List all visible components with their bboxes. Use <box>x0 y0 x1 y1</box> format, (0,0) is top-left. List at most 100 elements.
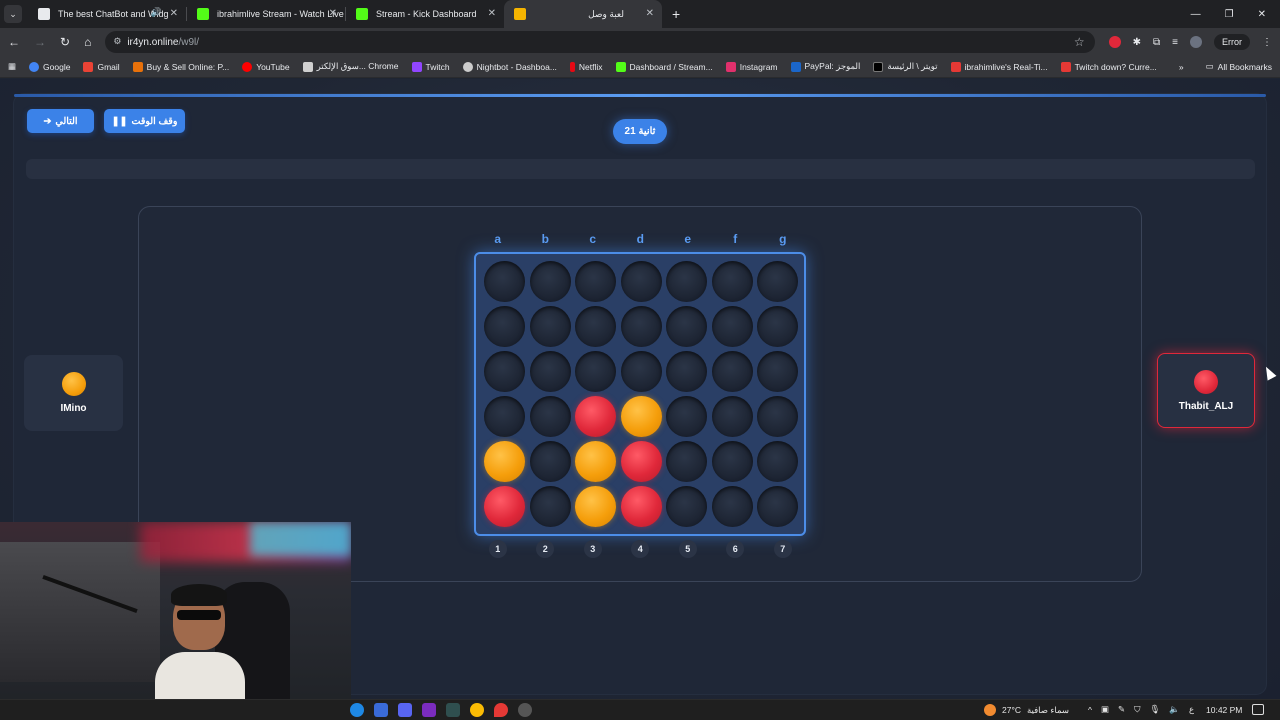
profile-avatar[interactable] <box>1190 36 1203 48</box>
bookmark-instagram[interactable]: Instagram <box>725 61 778 72</box>
bookmark-nightbot[interactable]: Nightbot - Dashboa... <box>462 61 557 72</box>
app-icon[interactable] <box>446 703 460 717</box>
board-cell-empty[interactable] <box>757 396 798 437</box>
board-cell-empty[interactable] <box>484 306 525 347</box>
board-cell-red-disc[interactable] <box>620 486 662 527</box>
bookmark-chrome-store[interactable]: سوق الإلكتر... Chrome <box>302 61 399 72</box>
media-control-icon[interactable]: ≡ <box>1172 37 1178 48</box>
board-cell-empty[interactable] <box>484 351 525 392</box>
browser-tab-chatbot[interactable]: The best ChatBot and Widg 🔊 ✕ <box>28 0 186 28</box>
discord-icon[interactable] <box>398 703 412 717</box>
board-cell-empty[interactable] <box>711 351 753 392</box>
bookmark-twitch-down[interactable]: Twitch down? Curre... <box>1060 61 1157 72</box>
error-badge[interactable]: Error <box>1214 34 1251 50</box>
board-cell-empty[interactable] <box>575 351 616 392</box>
board-cell-empty[interactable] <box>529 486 571 527</box>
volume-icon[interactable]: 🔈 <box>1169 704 1180 715</box>
board-cell-empty[interactable] <box>529 396 571 437</box>
pen-icon[interactable]: ✎ <box>1118 704 1125 715</box>
board-cell-empty[interactable] <box>666 486 707 527</box>
bookmark-realtime[interactable]: ibrahimlive's Real-Ti... <box>950 61 1048 72</box>
board-cell-orange-disc[interactable] <box>575 441 616 482</box>
notification-icon[interactable] <box>1252 704 1264 715</box>
board-cell-empty[interactable] <box>529 351 571 392</box>
column-number[interactable]: 2 <box>536 540 555 558</box>
menu-dots-icon[interactable]: ⋮ <box>1262 37 1272 48</box>
app-icon[interactable] <box>422 703 436 717</box>
tab-close-icon[interactable]: ✕ <box>488 8 496 20</box>
tray-app-icon[interactable]: ▣ <box>1101 704 1109 715</box>
column-number[interactable]: 6 <box>726 540 745 558</box>
microphone-icon[interactable]: 🎙 <box>1150 704 1161 715</box>
apps-grid-icon[interactable]: ▦ <box>8 61 16 72</box>
clock[interactable]: 10:42 PM <box>1206 705 1242 715</box>
overflow-chevron-icon[interactable]: » <box>1179 62 1184 72</box>
board-cell-red-disc[interactable] <box>620 441 662 482</box>
board-cell-orange-disc[interactable] <box>484 441 525 482</box>
board-cell-empty[interactable] <box>529 306 571 347</box>
forward-icon[interactable]: → <box>34 35 46 49</box>
board-cell-empty[interactable] <box>666 441 707 482</box>
board-cell-empty[interactable] <box>757 351 798 392</box>
board-cell-orange-disc[interactable] <box>620 396 662 437</box>
board-cell-empty[interactable] <box>666 261 707 302</box>
board-cell-empty[interactable] <box>666 396 707 437</box>
minimize-icon[interactable]: — <box>1191 9 1201 20</box>
extension-icon[interactable]: ✱ <box>1133 37 1141 48</box>
bookmark-kick-dashboard[interactable]: Dashboard / Stream... <box>615 61 713 72</box>
board-cell-empty[interactable] <box>757 306 798 347</box>
window-close-icon[interactable]: ✕ <box>1258 9 1266 20</box>
input-language[interactable]: ع <box>1189 704 1194 715</box>
bookmark-star-icon[interactable]: ☆ <box>1074 35 1085 49</box>
board-cell-empty[interactable] <box>757 261 798 302</box>
pause-timer-button[interactable]: ❚❚ وقف الوقت <box>104 109 185 133</box>
shield-icon[interactable]: ⛉ <box>1134 704 1140 715</box>
tray-chevron-icon[interactable]: ^ <box>1088 705 1092 715</box>
connect-four-board[interactable] <box>474 252 806 536</box>
board-cell-empty[interactable] <box>529 441 571 482</box>
tab-close-icon[interactable]: ✕ <box>329 8 337 20</box>
board-cell-red-disc[interactable] <box>575 396 616 437</box>
next-button[interactable]: ➔ التالي <box>27 109 94 133</box>
reload-icon[interactable]: ↻ <box>60 35 70 49</box>
board-cell-orange-disc[interactable] <box>575 486 616 527</box>
bookmark-buy-sell[interactable]: Buy & Sell Online: P... <box>132 61 229 72</box>
board-cell-empty[interactable] <box>711 261 753 302</box>
tab-close-icon[interactable]: ✕ <box>646 8 654 20</box>
bookmark-twitch[interactable]: Twitch <box>411 61 450 72</box>
bookmark-gmail[interactable]: Gmail <box>83 61 120 72</box>
bookmark-paypal[interactable]: PayPal: الموجز <box>790 61 860 72</box>
column-number[interactable]: 5 <box>678 540 697 558</box>
board-cell-empty[interactable] <box>666 306 707 347</box>
board-cell-empty[interactable] <box>575 261 616 302</box>
board-cell-empty[interactable] <box>484 396 525 437</box>
address-bar[interactable]: ⚙ ir4yn.online/w9l/ ☆ <box>105 31 1095 53</box>
bookmark-google[interactable]: Google <box>29 61 70 72</box>
maps-pin-icon[interactable] <box>494 703 508 717</box>
bookmark-netflix[interactable]: Netflix <box>569 61 603 72</box>
browser-tab-kick-dashboard[interactable]: Stream - Kick Dashboard ✕ <box>346 0 504 28</box>
board-cell-empty[interactable] <box>711 486 753 527</box>
column-number[interactable]: 4 <box>631 540 650 558</box>
weather-widget[interactable]: 27°C سماء صافية <box>984 704 1069 716</box>
speaker-icon[interactable]: 🔊 <box>151 7 162 18</box>
bookmark-x[interactable]: تويتر \ الرئيسة <box>873 61 938 72</box>
board-cell-empty[interactable] <box>711 396 753 437</box>
home-icon[interactable]: ⌂ <box>84 35 91 49</box>
edge-icon[interactable] <box>350 703 364 717</box>
chrome-icon[interactable] <box>470 703 484 717</box>
board-cell-empty[interactable] <box>484 261 525 302</box>
bookmark-youtube[interactable]: YouTube <box>242 61 290 72</box>
board-cell-empty[interactable] <box>529 261 571 302</box>
board-cell-empty[interactable] <box>757 441 798 482</box>
board-cell-empty[interactable] <box>757 486 798 527</box>
column-number[interactable]: 7 <box>773 540 792 558</box>
tab-close-icon[interactable]: ✕ <box>170 8 178 20</box>
column-number[interactable]: 1 <box>488 540 507 558</box>
settings-icon[interactable] <box>518 703 532 717</box>
board-cell-empty[interactable] <box>620 306 662 347</box>
app-icon[interactable] <box>374 703 388 717</box>
all-bookmarks[interactable]: » ▭ All Bookmarks <box>1179 61 1272 72</box>
restore-icon[interactable]: ❐ <box>1225 9 1234 20</box>
browser-tab-connect-four[interactable]: لعبة وصل ✕ <box>504 0 662 28</box>
